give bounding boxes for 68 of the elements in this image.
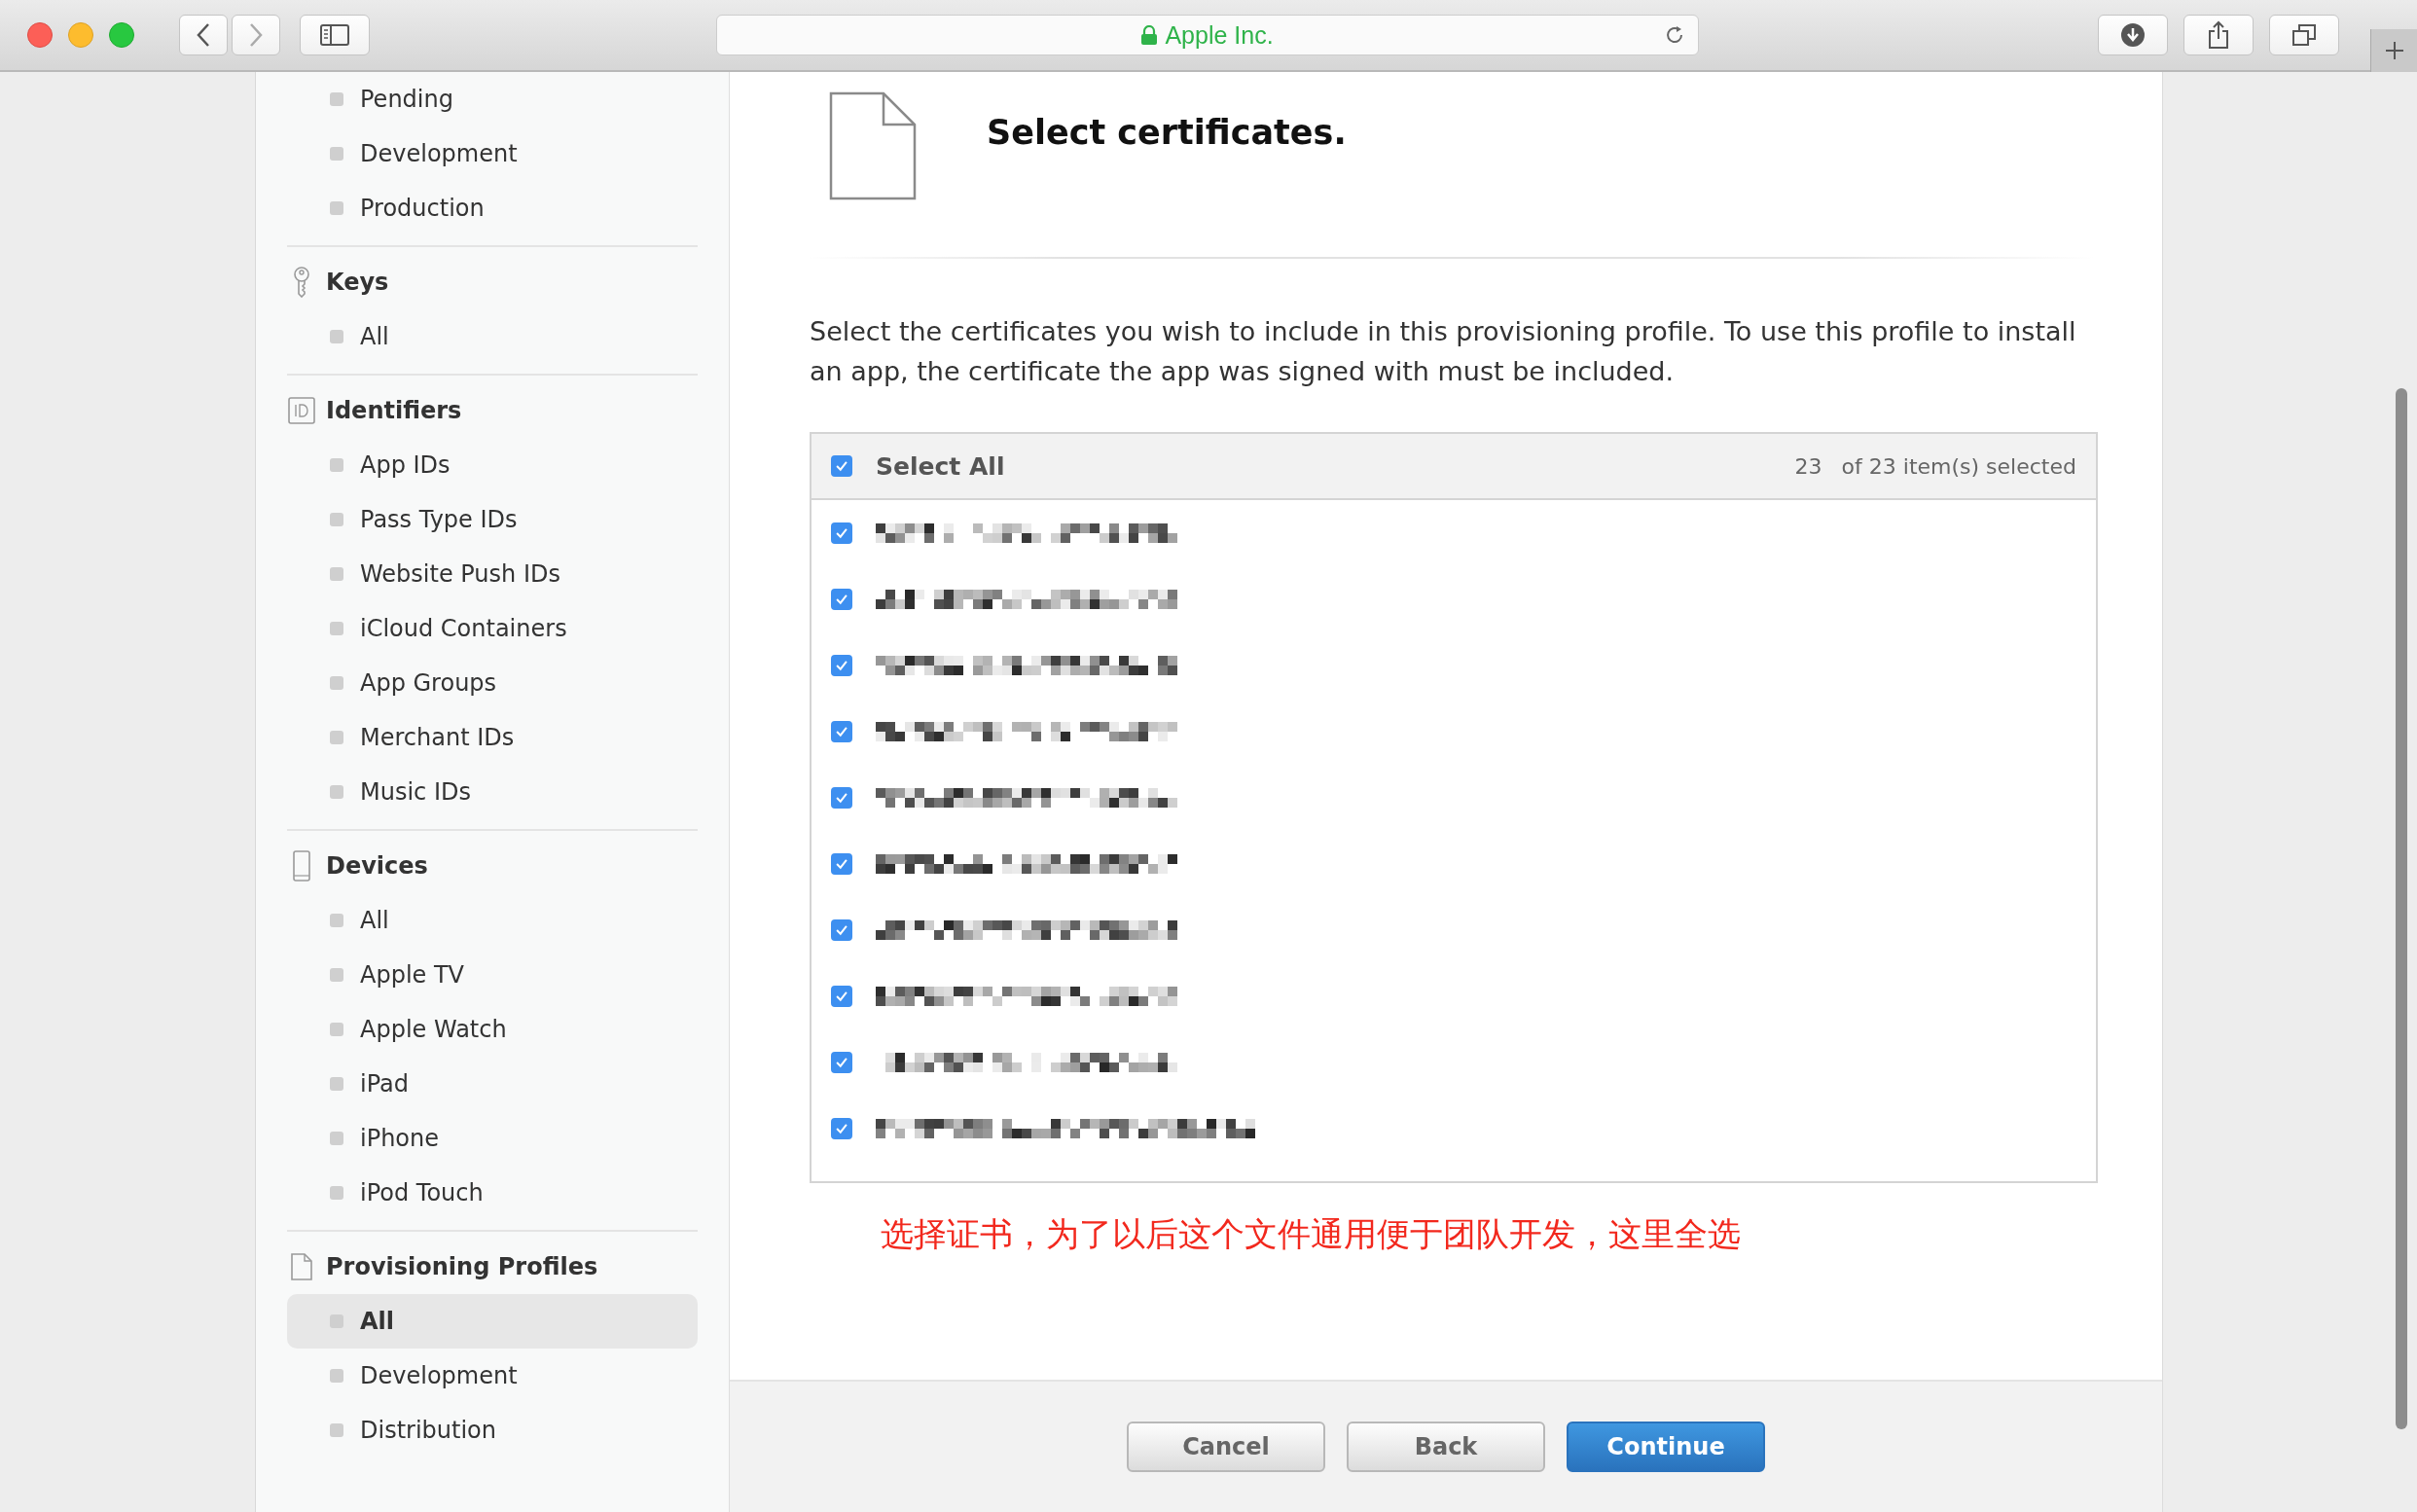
selected-count: 23 [1794, 453, 1822, 479]
tabs-button[interactable] [2269, 15, 2339, 55]
key-icon [292, 267, 311, 298]
sidebar-item[interactable]: Apple Watch [287, 1002, 698, 1057]
plus-icon [2383, 40, 2405, 61]
section-heading: Provisioning Profiles [326, 1253, 598, 1280]
checkbox[interactable] [831, 589, 852, 610]
download-icon [2120, 22, 2146, 48]
sidebar-item[interactable]: Development [287, 1349, 698, 1403]
sidebar-item[interactable]: Development [287, 126, 698, 181]
sidebar-button[interactable] [300, 15, 370, 55]
description-text: Select the certificates you wish to include in this provisioning profile. To use this profile to install an app, the certificate the app was signed with must be included. [810, 315, 2077, 388]
minimize-button[interactable] [68, 22, 93, 48]
sidebar-item[interactable]: iCloud Containers [287, 601, 698, 656]
id-card-icon [288, 397, 315, 424]
lock-icon [1141, 25, 1158, 45]
sidebar-item[interactable]: iPad [287, 1057, 698, 1111]
checkbox[interactable] [831, 1052, 852, 1073]
sidebar-item[interactable]: Music IDs [287, 765, 698, 819]
section-heading: Keys [326, 269, 389, 296]
checkbox[interactable] [831, 655, 852, 676]
share-button[interactable] [2183, 15, 2254, 55]
tabs-icon [2291, 23, 2317, 47]
checkbox[interactable] [831, 1118, 852, 1139]
checkbox[interactable] [831, 522, 852, 544]
page-title: Select certificates. [987, 113, 1347, 152]
checkbox[interactable] [831, 721, 852, 742]
secondary-button[interactable]: Cancel [1127, 1422, 1325, 1472]
document-icon [291, 1253, 312, 1280]
sidebar-item[interactable]: Pass Type IDs [287, 492, 698, 547]
phone-icon [293, 850, 310, 882]
sidebar-item[interactable]: iPod Touch [287, 1166, 698, 1220]
sidebar-item[interactable]: All [287, 893, 698, 948]
close-button[interactable] [27, 22, 53, 48]
sidebar-item[interactable]: App IDs [287, 438, 698, 492]
site-name: Apple Inc. [1165, 20, 1274, 50]
sidebar-icon [320, 24, 349, 46]
checkbox[interactable] [831, 853, 852, 875]
sidebar-item[interactable]: Merchant IDs [287, 710, 698, 765]
sidebar-item[interactable]: All [287, 309, 698, 364]
sidebar-item[interactable]: iPhone [287, 1111, 698, 1166]
secondary-button[interactable]: Back [1347, 1422, 1545, 1472]
section-heading: Identifiers [326, 397, 462, 424]
selection-status: of 23 item(s) selected [1841, 453, 2076, 479]
sidebar-item[interactable]: All [287, 1294, 698, 1349]
annotation-text: 选择证书，为了以后这个文件通用便于团队开发，这里全选 [881, 1213, 1742, 1255]
sidebar-item[interactable]: Pending [287, 72, 698, 126]
checkbox[interactable] [831, 787, 852, 809]
section-heading: Devices [326, 852, 428, 880]
sidebar-item[interactable]: Production [287, 181, 698, 235]
checkbox[interactable] [831, 986, 852, 1007]
sidebar-item[interactable]: Distribution [287, 1403, 698, 1458]
chevron-right-icon [248, 22, 264, 48]
document-icon [829, 91, 917, 200]
share-icon [2208, 20, 2229, 50]
continue-button[interactable]: Continue [1567, 1422, 1765, 1472]
back-button[interactable] [179, 15, 228, 55]
scrollbar[interactable] [2396, 388, 2407, 1429]
select-all-label[interactable]: Select All [876, 451, 1005, 481]
zoom-button[interactable] [109, 22, 134, 48]
checkbox[interactable] [831, 919, 852, 941]
checkbox[interactable] [831, 455, 852, 477]
chevron-left-icon [196, 22, 211, 48]
sidebar-item[interactable]: Apple TV [287, 948, 698, 1002]
new-tab-button[interactable] [2370, 29, 2417, 72]
download-button[interactable] [2098, 15, 2168, 55]
sidebar-item[interactable]: App Groups [287, 656, 698, 710]
sidebar-item[interactable]: Website Push IDs [287, 547, 698, 601]
